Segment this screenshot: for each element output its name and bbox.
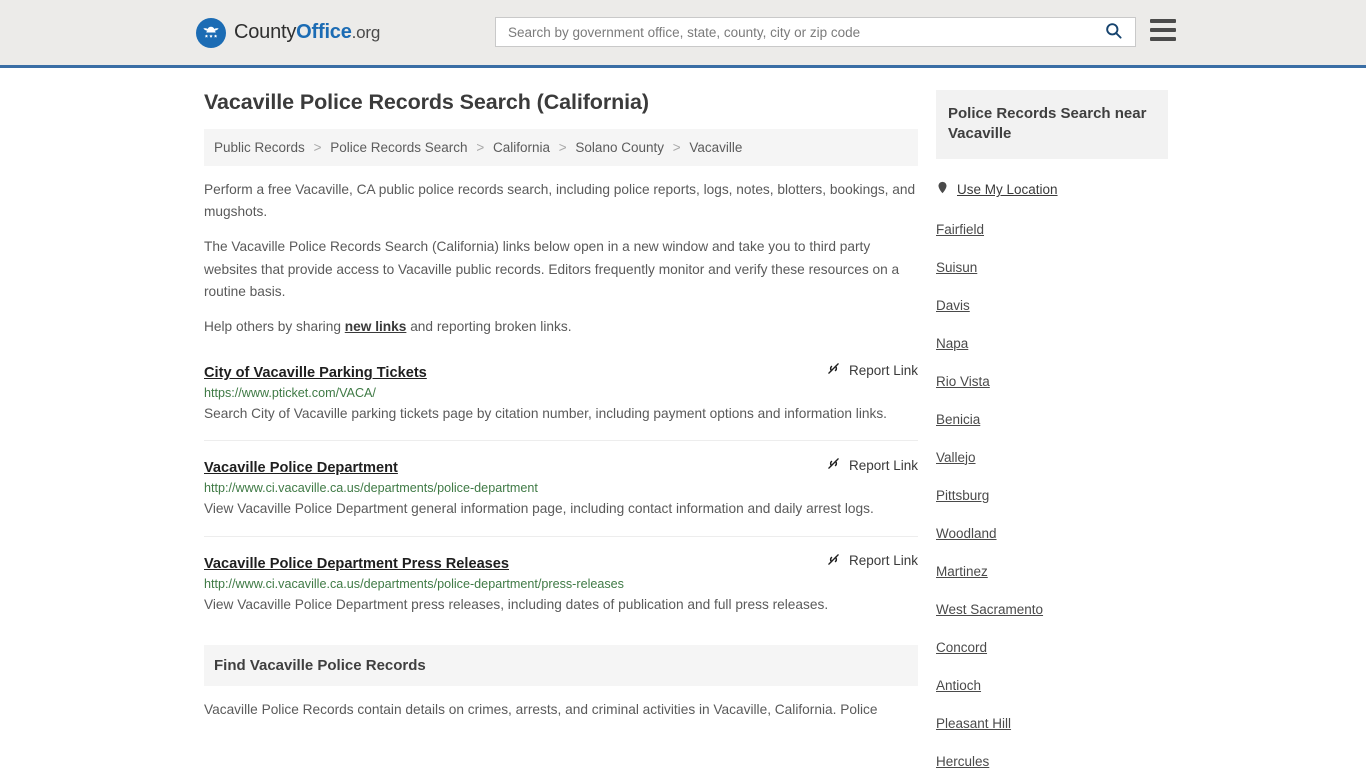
list-item: Napa: [936, 335, 1168, 353]
breadcrumb-separator: >: [558, 140, 567, 155]
intro-p3-before: Help others by sharing: [204, 318, 345, 334]
result-item: Vacaville Police Department Press Releas…: [204, 551, 918, 631]
main-content: Vacaville Police Records Search (Califor…: [204, 68, 918, 768]
page-title: Vacaville Police Records Search (Califor…: [204, 90, 649, 114]
intro-section: Perform a free Vacaville, CA public poli…: [204, 179, 918, 338]
intro-paragraph-2: The Vacaville Police Records Search (Cal…: [204, 239, 900, 299]
breadcrumb: Public Records > Police Records Search >…: [204, 129, 918, 166]
find-records-heading: Find Vacaville Police Records: [204, 644, 918, 686]
sidebar-heading: Police Records Search near Vacaville: [936, 90, 1168, 159]
hamburger-bar: [1150, 19, 1176, 23]
breadcrumb-item-solano-county[interactable]: Solano County: [575, 140, 664, 155]
report-link-button[interactable]: Report Link: [825, 360, 918, 380]
broken-link-icon: [825, 551, 842, 571]
sidebar-city-woodland[interactable]: Woodland: [936, 526, 997, 541]
find-records-body: Vacaville Police Records contain details…: [204, 701, 878, 717]
sidebar-city-antioch[interactable]: Antioch: [936, 678, 981, 693]
list-item: Martinez: [936, 563, 1168, 581]
result-description: View Vacaville Police Department general…: [204, 501, 874, 517]
result-item: City of Vacaville Parking Tickets Report…: [204, 360, 918, 442]
list-item: Rio Vista: [936, 373, 1168, 391]
result-url[interactable]: http://www.ci.vacaville.ca.us/department…: [204, 481, 918, 495]
sidebar: Police Records Search near Vacaville Use…: [936, 68, 1168, 768]
sidebar-city-suisun[interactable]: Suisun: [936, 260, 977, 275]
list-item: Vallejo: [936, 449, 1168, 467]
sidebar-city-davis[interactable]: Davis: [936, 298, 970, 313]
broken-link-icon: [825, 455, 842, 475]
list-item: Benicia: [936, 411, 1168, 429]
report-link-label: Report Link: [848, 457, 918, 473]
eagle-seal-icon: [196, 17, 226, 48]
search-button[interactable]: [1100, 21, 1135, 43]
search-icon: [1104, 21, 1123, 43]
report-link-label: Report Link: [848, 362, 918, 378]
result-title-link[interactable]: Vacaville Police Department: [204, 460, 398, 476]
map-pin-icon: [936, 179, 949, 201]
result-description: Search City of Vacaville parking tickets…: [204, 406, 887, 422]
report-link-button[interactable]: Report Link: [825, 455, 918, 475]
hamburger-bar: [1150, 28, 1176, 32]
list-item: Concord: [936, 639, 1168, 657]
list-item: Davis: [936, 297, 1168, 315]
intro-paragraph-3: Help others by sharing new links and rep…: [204, 316, 918, 338]
result-url[interactable]: https://www.pticket.com/VACA/: [204, 386, 918, 400]
site-logo-text: CountyOffice.org: [234, 21, 380, 44]
nearby-cities-list: Fairfield Suisun Davis Napa Rio Vista Be…: [936, 221, 1168, 768]
sidebar-city-vallejo[interactable]: Vallejo: [936, 450, 976, 465]
report-link-button[interactable]: Report Link: [825, 551, 918, 571]
result-header: City of Vacaville Parking Tickets Report…: [204, 360, 918, 382]
list-item: Fairfield: [936, 221, 1168, 239]
result-header: Vacaville Police Department Report Link: [204, 455, 918, 477]
breadcrumb-item-public-records[interactable]: Public Records: [214, 140, 305, 155]
brand-county: County: [234, 21, 297, 43]
list-item: Pleasant Hill: [936, 715, 1168, 733]
breadcrumb-separator: >: [313, 140, 322, 155]
site-logo-link[interactable]: CountyOffice.org: [196, 17, 380, 48]
intro-paragraph-1: Perform a free Vacaville, CA public poli…: [204, 182, 916, 220]
result-header: Vacaville Police Department Press Releas…: [204, 551, 918, 572]
sidebar-city-martinez[interactable]: Martinez: [936, 564, 988, 579]
hamburger-menu-icon[interactable]: [1150, 19, 1176, 41]
page-body: Vacaville Police Records Search (Califor…: [0, 68, 1366, 768]
breadcrumb-separator: >: [672, 140, 681, 155]
breadcrumb-item-vacaville[interactable]: Vacaville: [689, 140, 742, 155]
intro-p3-after: and reporting broken links.: [406, 318, 572, 334]
result-description: View Vacaville Police Department press r…: [204, 596, 829, 612]
sidebar-city-west-sacramento[interactable]: West Sacramento: [936, 602, 1043, 617]
list-item: Pittsburg: [936, 487, 1168, 505]
list-item: West Sacramento: [936, 601, 1168, 619]
breadcrumb-separator: >: [476, 140, 485, 155]
list-item: Suisun: [936, 259, 1168, 277]
sidebar-city-napa[interactable]: Napa: [936, 336, 968, 351]
use-my-location-button[interactable]: Use My Location: [936, 179, 1168, 201]
result-item: Vacaville Police Department Report Link …: [204, 455, 918, 537]
list-item: Hercules: [936, 753, 1168, 768]
sidebar-city-fairfield[interactable]: Fairfield: [936, 222, 984, 237]
sidebar-city-rio-vista[interactable]: Rio Vista: [936, 374, 990, 389]
sidebar-city-concord[interactable]: Concord: [936, 640, 987, 655]
breadcrumb-item-california[interactable]: California: [493, 140, 550, 155]
sidebar-city-pleasant-hill[interactable]: Pleasant Hill: [936, 716, 1011, 731]
results-list: City of Vacaville Parking Tickets Report…: [204, 360, 918, 631]
use-my-location-label: Use My Location: [957, 182, 1058, 197]
broken-link-icon: [825, 360, 842, 380]
report-link-label: Report Link: [848, 553, 918, 568]
search-bar[interactable]: [495, 17, 1136, 47]
brand-office: Office: [296, 21, 352, 43]
new-links-link[interactable]: new links: [345, 319, 407, 334]
sidebar-city-pittsburg[interactable]: Pittsburg: [936, 488, 989, 503]
result-title-link[interactable]: Vacaville Police Department Press Releas…: [204, 556, 509, 572]
list-item: Woodland: [936, 525, 1168, 543]
sidebar-city-benicia[interactable]: Benicia: [936, 412, 980, 427]
search-input[interactable]: [496, 24, 1100, 40]
result-title-link[interactable]: City of Vacaville Parking Tickets: [204, 365, 427, 381]
list-item: Antioch: [936, 677, 1168, 695]
hamburger-bar: [1150, 37, 1176, 41]
site-header: CountyOffice.org: [0, 0, 1366, 68]
sidebar-city-hercules[interactable]: Hercules: [936, 754, 989, 768]
result-url[interactable]: http://www.ci.vacaville.ca.us/department…: [204, 577, 918, 591]
breadcrumb-item-police-records-search[interactable]: Police Records Search: [330, 140, 467, 155]
brand-org: .org: [351, 23, 381, 42]
